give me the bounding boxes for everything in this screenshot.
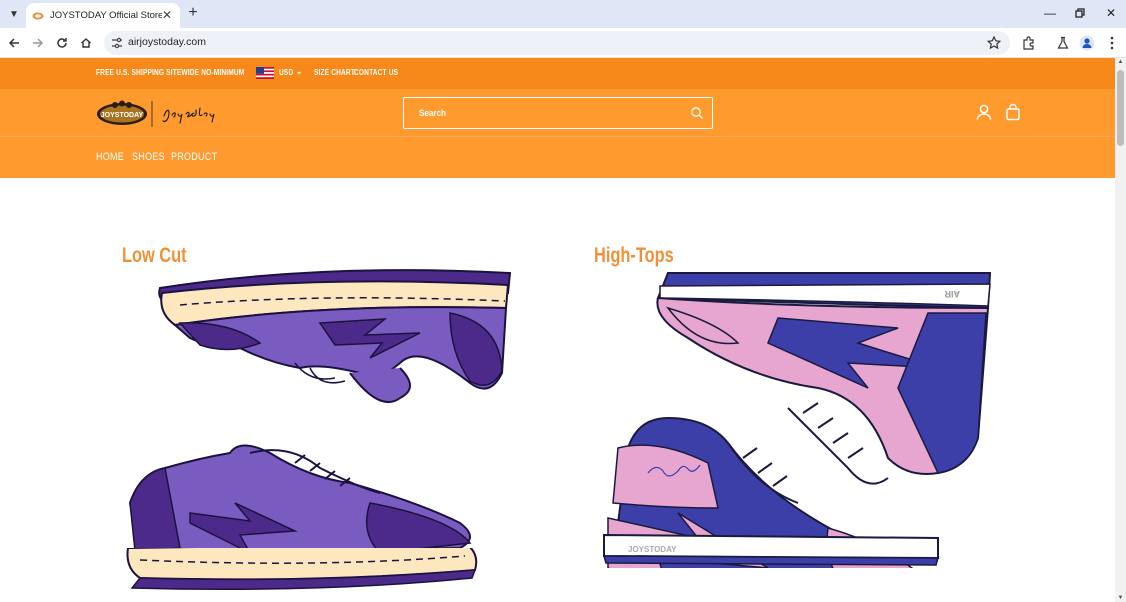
extensions-button[interactable] bbox=[1020, 34, 1038, 52]
size-chart-link[interactable]: SIZE CHART bbox=[314, 68, 355, 77]
site-settings-icon[interactable] bbox=[110, 36, 124, 50]
announcement-bar: FREE U.S. SHIPPING SITEWIDE NO-MINIMUM U… bbox=[0, 58, 1115, 89]
high-tops-shoes-image[interactable]: AIR bbox=[598, 268, 998, 568]
us-flag-icon bbox=[256, 67, 274, 79]
currency-selector[interactable]: USD bbox=[279, 68, 293, 77]
nav-home[interactable]: HOME bbox=[96, 151, 124, 163]
home-button[interactable] bbox=[77, 34, 95, 52]
high-tops-collection-title[interactable]: High-Tops bbox=[594, 244, 674, 268]
page-scrollbar[interactable]: ▲ ▼ bbox=[1115, 58, 1126, 602]
reload-icon bbox=[57, 38, 67, 48]
site-header: JOYSTODAY Search bbox=[0, 89, 1115, 137]
puzzle-icon bbox=[1023, 36, 1034, 50]
forward-button[interactable] bbox=[29, 34, 47, 52]
svg-text:AIR: AIR bbox=[944, 289, 960, 299]
browser-tab[interactable]: JOYSTODAY Official Store - AIR JOYSTODAY… bbox=[26, 3, 180, 28]
restore-button[interactable] bbox=[1070, 4, 1090, 22]
account-icon[interactable] bbox=[975, 103, 993, 121]
close-tab-icon[interactable]: ✕ bbox=[160, 8, 174, 22]
url-text: airjoystoday.com bbox=[128, 36, 207, 48]
tab-title: JOYSTODAY Official Store - AIR JOYSTODAY bbox=[50, 10, 162, 21]
high-tops-sole-image: JOYSTODAY bbox=[603, 533, 939, 566]
scroll-up-arrow-icon[interactable]: ▲ bbox=[1117, 59, 1124, 65]
svg-text:JOYSTODAY: JOYSTODAY bbox=[101, 112, 144, 119]
home-icon bbox=[81, 38, 91, 48]
new-tab-button[interactable]: + bbox=[184, 4, 202, 22]
shipping-notice: FREE U.S. SHIPPING SITEWIDE NO-MINIMUM bbox=[96, 68, 245, 77]
web-page: FREE U.S. SHIPPING SITEWIDE NO-MINIMUM U… bbox=[0, 58, 1115, 602]
browser-tab-bar: ▼ JOYSTODAY Official Store - AIR JOYSTOD… bbox=[0, 0, 1126, 28]
flask-icon bbox=[1057, 36, 1069, 49]
bookmark-star-icon[interactable] bbox=[986, 35, 1002, 51]
profile-button[interactable] bbox=[1078, 34, 1096, 52]
back-button[interactable] bbox=[5, 34, 23, 52]
close-window-button[interactable]: ✕ bbox=[1101, 4, 1121, 22]
nav-product[interactable]: PRODUCT bbox=[171, 151, 217, 163]
scroll-thumb[interactable] bbox=[1117, 70, 1124, 146]
arrow-right-icon bbox=[33, 38, 44, 48]
minimize-button[interactable]: — bbox=[1040, 4, 1060, 22]
avatar-icon bbox=[1079, 35, 1095, 51]
reload-button[interactable] bbox=[53, 34, 71, 52]
cart-bag-icon[interactable] bbox=[1004, 103, 1022, 121]
low-cut-sole-image bbox=[126, 548, 478, 590]
joystoday-logo[interactable]: JOYSTODAY bbox=[96, 96, 232, 132]
browser-toolbar: airjoystoday.com bbox=[0, 28, 1126, 58]
search-icon[interactable] bbox=[690, 106, 704, 120]
site-favicon bbox=[32, 12, 44, 19]
chevron-down-icon[interactable]: ⌄ bbox=[296, 66, 302, 77]
svg-text:JOYSTODAY: JOYSTODAY bbox=[628, 545, 677, 554]
main-navigation: HOME SHOES PRODUCT bbox=[0, 137, 1115, 178]
tab-search-icon[interactable]: ▼ bbox=[5, 5, 23, 23]
kebab-menu-icon bbox=[1110, 36, 1114, 50]
scroll-down-arrow-icon[interactable]: ▼ bbox=[1117, 595, 1124, 601]
browser-menu-button[interactable] bbox=[1103, 34, 1121, 52]
low-cut-shoes-image[interactable] bbox=[120, 263, 520, 553]
contact-us-link[interactable]: CONTACT US bbox=[354, 68, 398, 77]
labs-button[interactable] bbox=[1054, 34, 1072, 52]
search-placeholder: Search bbox=[419, 108, 446, 119]
nav-shoes[interactable]: SHOES bbox=[132, 151, 165, 163]
search-input[interactable]: Search bbox=[403, 97, 713, 129]
address-bar[interactable]: airjoystoday.com bbox=[104, 31, 1010, 55]
arrow-left-icon bbox=[8, 38, 19, 48]
